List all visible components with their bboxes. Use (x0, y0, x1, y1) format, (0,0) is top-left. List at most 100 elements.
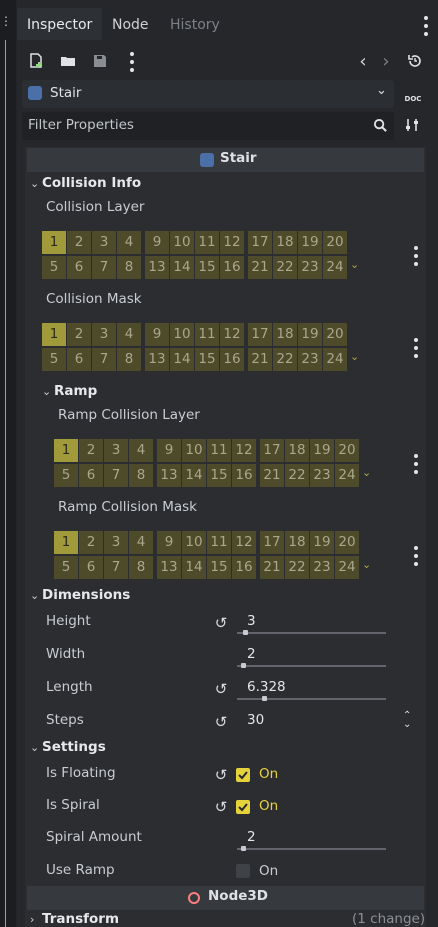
layer-bit-22[interactable]: 22 (273, 348, 297, 371)
layer-bit-1[interactable]: 1 (54, 439, 78, 462)
layer-bit-5[interactable]: 5 (54, 556, 78, 579)
height-value[interactable]: 3 (247, 613, 256, 629)
save-icon[interactable] (89, 50, 111, 72)
layer-bit-12[interactable]: 12 (232, 439, 256, 462)
expand-chevron-icon[interactable]: ⌄ (350, 258, 359, 271)
layer-bit-23[interactable]: 23 (298, 256, 322, 279)
layer-bit-19[interactable]: 19 (298, 231, 322, 254)
layer-bit-20[interactable]: 20 (323, 231, 347, 254)
layer-bit-8[interactable]: 8 (129, 556, 153, 579)
layer-bit-15[interactable]: 15 (207, 556, 231, 579)
section-collision-info[interactable]: ⌄ Collision Info (30, 175, 141, 197)
layer-bit-24[interactable]: 24 (323, 256, 347, 279)
layer-bit-19[interactable]: 19 (310, 531, 334, 554)
height-slider-grabber[interactable] (242, 630, 248, 635)
layer-bit-11[interactable]: 11 (195, 231, 219, 254)
layer-bit-17[interactable]: 17 (248, 323, 272, 346)
layer-bit-9[interactable]: 9 (145, 231, 169, 254)
revert-icon[interactable]: ↺ (213, 714, 229, 730)
left-dock-menu-icon[interactable]: ⋮ (0, 14, 12, 34)
section-dimensions[interactable]: ⌄ Dimensions (30, 587, 130, 609)
layer-bit-4[interactable]: 4 (117, 323, 141, 346)
revert-icon[interactable]: ↺ (213, 681, 229, 697)
layer-bit-6[interactable]: 6 (67, 256, 91, 279)
layer-bit-18[interactable]: 18 (273, 323, 297, 346)
object-select[interactable]: Stair ⌄ (22, 80, 394, 108)
is-floating-checkbox[interactable] (236, 768, 250, 782)
layer-bit-20[interactable]: 20 (335, 531, 359, 554)
layer-bit-14[interactable]: 14 (182, 556, 206, 579)
layer-bit-19[interactable]: 19 (310, 439, 334, 462)
width-slider[interactable] (237, 665, 386, 667)
layer-bit-11[interactable]: 11 (207, 531, 231, 554)
layer-bit-12[interactable]: 12 (220, 323, 244, 346)
layer-bit-14[interactable]: 14 (182, 464, 206, 487)
layer-bit-15[interactable]: 15 (195, 348, 219, 371)
length-value[interactable]: 6.328 (247, 679, 286, 695)
height-slider[interactable] (237, 632, 386, 634)
layer-bit-12[interactable]: 12 (232, 531, 256, 554)
layer-bit-10[interactable]: 10 (182, 531, 206, 554)
layer-bit-1[interactable]: 1 (42, 231, 66, 254)
layer-bit-1[interactable]: 1 (54, 531, 78, 554)
layer-bit-3[interactable]: 3 (92, 323, 116, 346)
layer-bit-16[interactable]: 16 (220, 256, 244, 279)
expand-chevron-icon[interactable]: ⌄ (362, 466, 371, 479)
layer-bit-16[interactable]: 16 (232, 464, 256, 487)
section-settings[interactable]: ⌄ Settings (30, 739, 106, 761)
layer-bit-3[interactable]: 3 (104, 531, 128, 554)
back-icon[interactable]: ‹ (352, 50, 374, 72)
layer-bit-7[interactable]: 7 (92, 256, 116, 279)
revert-icon[interactable]: ↺ (213, 799, 229, 815)
is-spiral-checkbox[interactable] (236, 800, 250, 814)
spiral-amount-slider-grabber[interactable] (241, 846, 247, 851)
layer-bit-2[interactable]: 2 (67, 231, 91, 254)
layer-bit-8[interactable]: 8 (117, 348, 141, 371)
layer-bit-18[interactable]: 18 (285, 531, 309, 554)
layer-bit-10[interactable]: 10 (170, 231, 194, 254)
layer-bit-5[interactable]: 5 (54, 464, 78, 487)
ramp-collision-mask-menu-icon[interactable] (413, 546, 419, 566)
layer-bit-24[interactable]: 24 (335, 464, 359, 487)
ramp-collision-layer-menu-icon[interactable] (413, 454, 419, 474)
layer-bit-4[interactable]: 4 (129, 531, 153, 554)
layer-bit-24[interactable]: 24 (323, 348, 347, 371)
layer-bit-22[interactable]: 22 (273, 256, 297, 279)
layer-bit-10[interactable]: 10 (170, 323, 194, 346)
layer-bit-1[interactable]: 1 (42, 323, 66, 346)
layer-bit-21[interactable]: 21 (248, 256, 272, 279)
layer-bit-9[interactable]: 9 (157, 439, 181, 462)
layer-bit-21[interactable]: 21 (248, 348, 272, 371)
layer-bit-6[interactable]: 6 (67, 348, 91, 371)
width-value[interactable]: 2 (247, 646, 256, 662)
layer-bit-15[interactable]: 15 (207, 464, 231, 487)
filter-properties-input[interactable]: Filter Properties (22, 112, 394, 140)
layer-bit-11[interactable]: 11 (207, 439, 231, 462)
layer-bit-16[interactable]: 16 (220, 348, 244, 371)
layer-bit-3[interactable]: 3 (104, 439, 128, 462)
layer-bit-14[interactable]: 14 (170, 256, 194, 279)
layer-bit-6[interactable]: 6 (79, 556, 103, 579)
layer-bit-11[interactable]: 11 (195, 323, 219, 346)
dock-menu-icon[interactable] (423, 16, 429, 36)
spinbox-updown-icon[interactable]: ⌃ ⌄ (403, 711, 411, 730)
layer-bit-22[interactable]: 22 (285, 464, 309, 487)
section-ramp[interactable]: ⌄ Ramp (42, 383, 97, 405)
layer-bit-2[interactable]: 2 (79, 439, 103, 462)
layer-bit-8[interactable]: 8 (117, 256, 141, 279)
spiral-amount-slider[interactable] (237, 848, 386, 850)
layer-bit-23[interactable]: 23 (310, 464, 334, 487)
length-slider[interactable] (237, 698, 386, 700)
layer-bit-10[interactable]: 10 (182, 439, 206, 462)
collision-layer-menu-icon[interactable] (413, 246, 419, 266)
layer-bit-2[interactable]: 2 (67, 323, 91, 346)
tab-history[interactable]: History (160, 8, 230, 40)
more-icon[interactable] (129, 52, 135, 72)
layer-bit-5[interactable]: 5 (42, 348, 66, 371)
width-slider-grabber[interactable] (241, 663, 247, 668)
layer-bit-23[interactable]: 23 (298, 348, 322, 371)
filter-options-icon[interactable] (404, 117, 420, 137)
layer-bit-21[interactable]: 21 (260, 556, 284, 579)
layer-bit-19[interactable]: 19 (298, 323, 322, 346)
layer-bit-6[interactable]: 6 (79, 464, 103, 487)
